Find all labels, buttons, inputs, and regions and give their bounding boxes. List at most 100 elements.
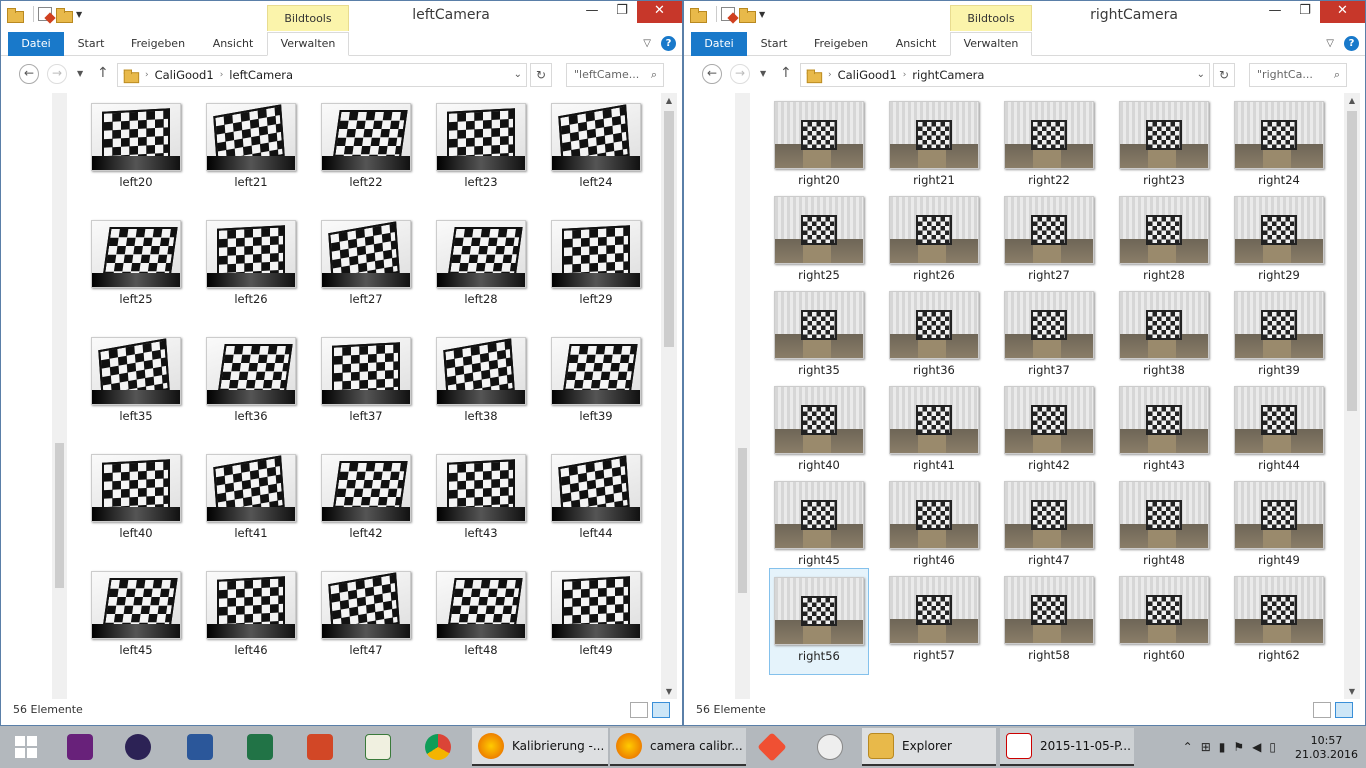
breadcrumb-item[interactable]: rightCamera	[912, 64, 984, 86]
scroll-down-icon[interactable]: ▼	[1344, 687, 1360, 696]
file-item[interactable]: right38	[1114, 283, 1214, 390]
details-view-icon[interactable]	[630, 702, 648, 718]
scrollbar[interactable]	[735, 93, 750, 699]
close-icon[interactable]: ✕	[1320, 1, 1365, 23]
file-item[interactable]: left28	[431, 210, 531, 317]
file-item[interactable]: right40	[769, 378, 869, 485]
file-item[interactable]: left24	[546, 93, 646, 200]
file-item[interactable]: left23	[431, 93, 531, 200]
help-icon[interactable]: ?	[1344, 36, 1359, 51]
tab-start[interactable]: Start	[754, 32, 794, 56]
scroll-up-icon[interactable]: ▲	[661, 96, 677, 105]
breadcrumb-item[interactable]: leftCamera	[229, 64, 293, 86]
file-item[interactable]: right57	[884, 568, 984, 675]
refresh-icon[interactable]: ↻	[530, 63, 552, 87]
file-item[interactable]: right48	[1114, 473, 1214, 580]
help-icon[interactable]: ?	[661, 36, 676, 51]
up-arrow-icon[interactable]: ↑	[780, 65, 792, 81]
file-item[interactable]: right24	[1229, 93, 1329, 200]
properties-icon[interactable]	[38, 7, 52, 21]
taskbar-button-pdf[interactable]: 2015-11-05-P...	[1000, 728, 1134, 766]
navigation-pane[interactable]	[1, 93, 67, 699]
maximize-icon[interactable]: ❐	[1290, 1, 1320, 23]
file-item[interactable]: left22	[316, 93, 416, 200]
tab-verwalten[interactable]: Verwalten	[269, 32, 347, 56]
file-item[interactable]: right42	[999, 378, 1099, 485]
file-item[interactable]: right36	[884, 283, 984, 390]
minimize-icon[interactable]: —	[1260, 1, 1290, 23]
flag-icon[interactable]: ⚑	[1233, 740, 1244, 754]
file-item[interactable]: left48	[431, 561, 531, 668]
battery-icon[interactable]: ▯	[1269, 740, 1276, 754]
file-item[interactable]: left35	[86, 327, 186, 434]
file-item[interactable]: left46	[201, 561, 301, 668]
excel-icon[interactable]	[240, 726, 280, 768]
folder-icon[interactable]	[690, 7, 707, 23]
file-item[interactable]: right37	[999, 283, 1099, 390]
windows-flag-icon[interactable]: ⊞	[1201, 740, 1211, 754]
chevron-down-icon[interactable]: ⌄	[1197, 64, 1205, 86]
folder-icon[interactable]	[7, 7, 24, 23]
maximize-icon[interactable]: ❐	[607, 1, 637, 23]
scrollbar-thumb[interactable]	[1347, 111, 1357, 411]
address-bar[interactable]: › CaliGood1 › rightCamera ⌄	[800, 63, 1210, 87]
file-item[interactable]: right23	[1114, 93, 1214, 200]
minimize-icon[interactable]: —	[577, 1, 607, 23]
taskbar-button-firefox-2[interactable]: camera calibr...	[610, 728, 746, 766]
file-item[interactable]: left47	[316, 561, 416, 668]
network-icon[interactable]: ▮	[1219, 740, 1226, 754]
file-item[interactable]: left41	[201, 444, 301, 551]
chrome-icon[interactable]	[418, 726, 458, 768]
recent-chevron-icon[interactable]: ▼	[760, 69, 766, 78]
file-item[interactable]: right56	[769, 568, 869, 675]
chevron-down-icon[interactable]: ▽	[1326, 38, 1334, 49]
file-item[interactable]: right41	[884, 378, 984, 485]
back-arrow-icon[interactable]: ←	[19, 64, 39, 84]
tab-start[interactable]: Start	[71, 32, 111, 56]
properties-icon[interactable]	[721, 7, 735, 21]
file-item[interactable]: right45	[769, 473, 869, 580]
visual-studio-icon[interactable]	[60, 726, 100, 768]
tab-ansicht[interactable]: Ansicht	[203, 32, 263, 56]
chevron-down-icon[interactable]: ▼	[759, 10, 765, 19]
search-input[interactable]: "leftCame... ⌕	[566, 63, 664, 87]
scrollbar[interactable]: ▲ ▼	[1344, 93, 1360, 699]
start-button[interactable]	[8, 726, 44, 768]
breadcrumb-item[interactable]: CaliGood1	[838, 64, 897, 86]
file-item[interactable]: right43	[1114, 378, 1214, 485]
chevron-down-icon[interactable]: ⌄	[514, 64, 522, 86]
search-input[interactable]: "rightCa... ⌕	[1249, 63, 1347, 87]
file-item[interactable]: right26	[884, 188, 984, 295]
file-item[interactable]: left44	[546, 444, 646, 551]
recent-chevron-icon[interactable]: ▼	[77, 69, 83, 78]
tab-datei[interactable]: Datei	[8, 32, 64, 56]
file-item[interactable]: left36	[201, 327, 301, 434]
navigation-pane[interactable]	[684, 93, 750, 699]
chart-app-icon[interactable]	[358, 726, 398, 768]
breadcrumb-item[interactable]: CaliGood1	[155, 64, 214, 86]
word-icon[interactable]	[180, 726, 220, 768]
file-item[interactable]: left20	[86, 93, 186, 200]
forward-arrow-icon[interactable]: →	[730, 64, 750, 84]
file-item[interactable]: left21	[201, 93, 301, 200]
file-item[interactable]: right27	[999, 188, 1099, 295]
file-item[interactable]: left43	[431, 444, 531, 551]
file-item[interactable]: right62	[1229, 568, 1329, 675]
file-item[interactable]: right35	[769, 283, 869, 390]
new-folder-icon[interactable]	[739, 7, 756, 23]
new-folder-icon[interactable]	[56, 7, 73, 23]
large-icons-view-icon[interactable]	[1335, 702, 1353, 718]
file-item[interactable]: right46	[884, 473, 984, 580]
tab-datei[interactable]: Datei	[691, 32, 747, 56]
file-item[interactable]: left38	[431, 327, 531, 434]
scrollbar-thumb[interactable]	[664, 111, 674, 347]
file-item[interactable]: left39	[546, 327, 646, 434]
file-item[interactable]: right39	[1229, 283, 1329, 390]
file-item[interactable]: left37	[316, 327, 416, 434]
file-item[interactable]: left27	[316, 210, 416, 317]
scroll-up-icon[interactable]: ▲	[1344, 96, 1360, 105]
file-item[interactable]: right25	[769, 188, 869, 295]
file-item[interactable]: left45	[86, 561, 186, 668]
file-item[interactable]: left40	[86, 444, 186, 551]
forward-arrow-icon[interactable]: →	[47, 64, 67, 84]
